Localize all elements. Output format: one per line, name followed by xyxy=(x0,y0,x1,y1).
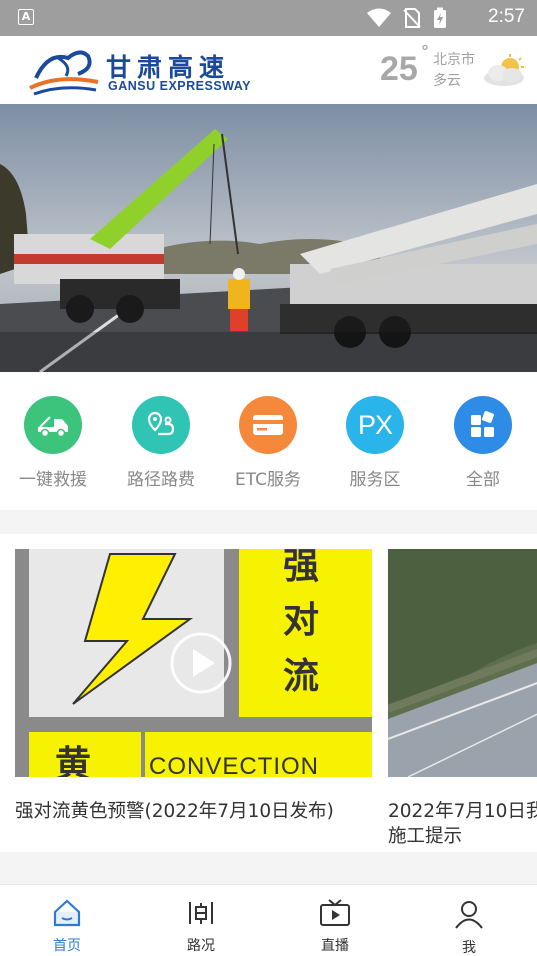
menu-label: 一键救援 xyxy=(19,470,87,490)
user-profile-icon xyxy=(455,901,483,929)
news-card[interactable]: 2022年7月10日我 施工提示 xyxy=(388,549,537,849)
notification-letter-icon: A xyxy=(18,9,34,25)
menu-item-all[interactable]: 全部 xyxy=(433,396,533,490)
menu-label: ETC服务 xyxy=(235,470,301,490)
clock: 2:57 xyxy=(488,6,525,27)
menu-item-rescue[interactable]: 一键救援 xyxy=(3,396,103,490)
news-carousel: 强 对 流 黄 CONVECTION 强对流黄色预警(2022年7月10日发布) xyxy=(0,534,537,852)
px-service-icon: PX xyxy=(346,396,404,454)
nav-label: 路况 xyxy=(187,938,215,954)
no-sim-icon xyxy=(403,8,421,28)
menu-label: 服务区 xyxy=(349,470,401,490)
degree-symbol: ° xyxy=(421,42,429,61)
route-pin-icon xyxy=(132,396,190,454)
warning-image-english: CONVECTION xyxy=(149,753,320,777)
nav-road-condition[interactable]: 路况 xyxy=(156,899,246,955)
warning-image-char: 对 xyxy=(283,600,320,641)
tow-truck-icon xyxy=(24,396,82,454)
nav-label: 直播 xyxy=(321,938,349,954)
cloudy-sun-icon xyxy=(484,54,524,86)
gansu-expressway-logo[interactable]: 甘肃高速 GANSU EXPRESSWAY xyxy=(28,44,268,98)
menu-item-etc[interactable]: ETC服务 xyxy=(218,396,318,490)
menu-item-route-toll[interactable]: 路径路费 xyxy=(111,396,211,490)
banner-image[interactable] xyxy=(0,104,537,372)
menu-label: 路径路费 xyxy=(127,470,195,490)
all-apps-icon xyxy=(454,396,512,454)
quick-menu: 一键救援 路径路费 ETC服务 PX 服务区 全部 xyxy=(0,372,537,510)
nav-label: 首页 xyxy=(53,938,81,954)
bottom-navigation: 首页 路况 直播 我 xyxy=(0,884,537,956)
news-thumbnail[interactable]: 强 对 流 黄 CONVECTION xyxy=(15,549,372,777)
news-title: 强对流黄色预警(2022年7月10日发布) xyxy=(15,801,334,822)
app-header: 甘肃高速 GANSU EXPRESSWAY 25 ° 北京市 多云 xyxy=(0,36,537,104)
logo-emblem-icon xyxy=(29,50,99,96)
app-screen: A 2:57 甘肃高速 GANSU EXPRESSWAY 25 ° 北京市 多云 xyxy=(0,0,537,956)
menu-label: 全部 xyxy=(466,470,500,490)
weather-city: 北京市 xyxy=(433,52,475,68)
menu-item-service-area[interactable]: PX 服务区 xyxy=(325,396,425,490)
nav-me[interactable]: 我 xyxy=(424,899,514,956)
road-condition-icon xyxy=(189,902,213,924)
warning-image-char: 流 xyxy=(283,656,320,697)
wifi-icon xyxy=(367,8,391,27)
nav-label: 我 xyxy=(462,940,476,956)
weather-condition: 多云 xyxy=(433,73,461,89)
banner-carousel[interactable] xyxy=(0,104,537,372)
warning-image-char: 黄 xyxy=(55,744,92,777)
nav-live[interactable]: 直播 xyxy=(290,899,380,955)
news-thumbnail[interactable] xyxy=(388,549,537,777)
home-icon xyxy=(53,899,81,927)
battery-charging-icon xyxy=(434,7,446,28)
nav-home[interactable]: 首页 xyxy=(22,899,112,955)
news-title: 2022年7月10日我 施工提示 xyxy=(388,801,537,847)
status-bar: A 2:57 xyxy=(0,0,537,36)
news-card[interactable]: 强 对 流 黄 CONVECTION 强对流黄色预警(2022年7月10日发布) xyxy=(15,549,372,824)
warning-image-char: 强 xyxy=(283,549,320,587)
etc-card-icon xyxy=(239,396,297,454)
logo-english-text: GANSU EXPRESSWAY xyxy=(108,79,251,93)
px-icon-text: PX xyxy=(357,409,393,440)
tv-live-icon xyxy=(320,899,350,926)
weather-temperature: 25 xyxy=(380,50,418,88)
status-icons xyxy=(367,7,447,29)
